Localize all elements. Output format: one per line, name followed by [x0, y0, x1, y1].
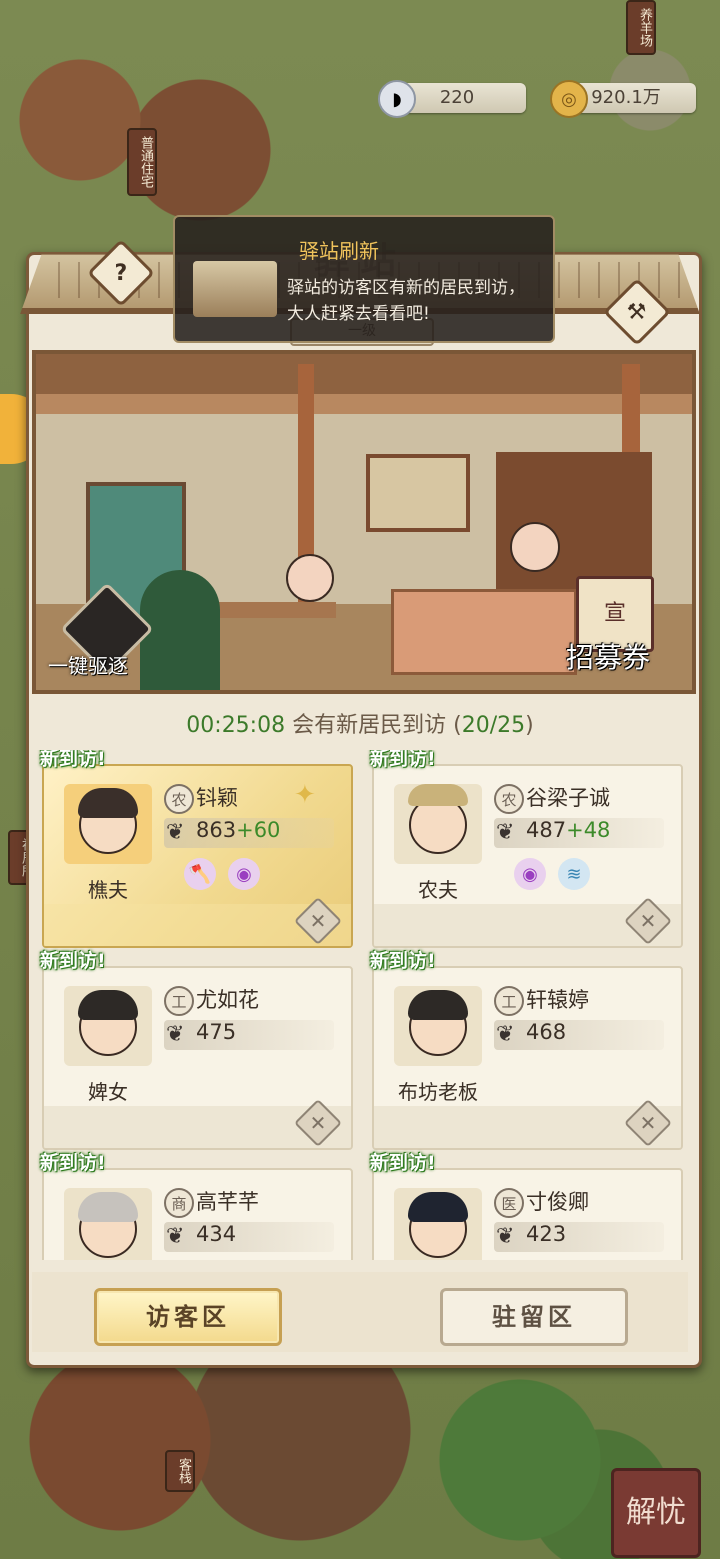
table — [216, 602, 336, 618]
visitor-card[interactable]: 新到访! 樵夫 农 钭颖 ❦ 863+60 ✦ 🪓 ◉ ✕ — [40, 750, 353, 948]
farmer-type-icon: 农 — [164, 784, 194, 814]
avatar — [394, 1188, 482, 1260]
hammer-icon: ⚒ — [627, 299, 647, 325]
axe-skill-icon[interactable]: 🪓 — [184, 858, 216, 890]
heart-icon: ❦ — [496, 820, 515, 845]
sparkle-icon: ✦ — [294, 780, 316, 810]
heart-icon: ❦ — [496, 1224, 515, 1249]
worker-type-icon: 工 — [164, 986, 194, 1016]
npc-girl — [286, 554, 334, 602]
recruit-ticket-label[interactable]: 招募券 — [566, 636, 650, 676]
visitor-card[interactable]: 新到访! 商 高芊芊 ❦ 434 — [40, 1152, 353, 1260]
visitor-score: 863+60 — [196, 818, 281, 842]
shelf — [496, 452, 652, 592]
visitor-card[interactable]: 新到访! 医 寸俊卿 ❦ 423 — [370, 1152, 683, 1260]
tab-stay-area[interactable]: 驻留区 — [440, 1288, 628, 1346]
spiral-skill-icon[interactable]: ◉ — [228, 858, 260, 890]
inn-scene: 一键驱逐 宣 招募券 — [32, 350, 696, 694]
avatar — [64, 1188, 152, 1260]
map-label-sheep-farm[interactable]: 养羊场 — [626, 0, 656, 55]
doctor-type-icon: 医 — [494, 1188, 524, 1218]
notification-message: 驿站的访客区有新的居民到访，大人赶紧去看看吧! — [287, 278, 525, 324]
new-visitor-badge: 新到访! — [40, 950, 106, 972]
tab-visitor-area[interactable]: 访客区 — [94, 1288, 282, 1346]
tab-bar: 访客区 驻留区 — [32, 1272, 688, 1352]
merchant-type-icon: 商 — [164, 1188, 194, 1218]
heart-icon: ❦ — [166, 1022, 185, 1047]
question-icon: ? — [114, 260, 128, 286]
visitor-score: 468 — [526, 1020, 567, 1044]
heart-icon: ❦ — [166, 1224, 185, 1249]
new-visitor-badge: 新到访! — [370, 950, 436, 972]
expel-all-button[interactable]: 一键驱逐 — [48, 650, 128, 679]
counter — [391, 589, 577, 675]
heart-icon: ❦ — [496, 1022, 515, 1047]
window — [366, 454, 470, 532]
new-visitor-badge: 新到访! — [370, 1152, 436, 1174]
refresh-notification[interactable]: 驿站刷新 驿站的访客区有新的居民到访，大人赶紧去看看吧! — [173, 215, 555, 343]
visitor-name: 钭颖 — [196, 786, 238, 810]
copper-coin-icon: ◎ — [550, 80, 588, 118]
countdown: 00:25:08 — [186, 713, 286, 738]
visitor-score: 475 — [196, 1020, 237, 1044]
corner-jieyou-badge[interactable]: 解忧 — [611, 1468, 701, 1558]
fish-skill-icon[interactable]: ≋ — [558, 858, 590, 890]
new-visitor-badge: 新到访! — [40, 1152, 106, 1174]
avatar — [64, 784, 152, 864]
visitor-card[interactable]: 新到访! 婢女 工 尤如花 ❦ 475 ✕ — [40, 950, 353, 1150]
ceiling-beam — [36, 354, 692, 394]
visitor-score: 487+48 — [526, 818, 611, 842]
worker-type-icon: 工 — [494, 986, 524, 1016]
close-icon: ✕ — [309, 1111, 327, 1135]
visitor-list[interactable]: 新到访! 樵夫 农 钭颖 ❦ 863+60 ✦ 🪓 ◉ ✕ 新到访! 农夫 农 … — [32, 750, 688, 1260]
visitor-job: 农夫 — [418, 878, 458, 902]
npc-green-hat — [140, 570, 220, 690]
notification-title: 驿站刷新 — [299, 239, 379, 263]
map-label-common-house[interactable]: 普通住宅 — [127, 128, 157, 196]
visitor-count: 20/25 — [461, 713, 526, 738]
npc-shopkeeper — [510, 522, 560, 572]
timer-text: 会有新居民到访 — [292, 713, 447, 738]
visitor-job: 婢女 — [88, 1080, 128, 1104]
map-label-inn[interactable]: 客栈 — [165, 1450, 195, 1492]
visitor-card[interactable]: 新到访! 农夫 农 谷梁子诚 ❦ 487+48 ◉ ≋ ✕ — [370, 750, 683, 948]
visitor-job: 樵夫 — [88, 878, 128, 902]
visitor-name: 高芊芊 — [196, 1190, 259, 1214]
heart-icon: ❦ — [166, 820, 185, 845]
visitor-card[interactable]: 新到访! 布坊老板 工 轩辕婷 ❦ 468 ✕ — [370, 950, 683, 1150]
visitor-job: 布坊老板 — [398, 1080, 478, 1104]
visitor-score: 423 — [526, 1222, 567, 1246]
spiral-skill-icon[interactable]: ◉ — [514, 858, 546, 890]
avatar — [394, 986, 482, 1066]
visitor-name: 轩辕婷 — [526, 988, 589, 1012]
visitor-name: 寸俊卿 — [526, 1190, 589, 1214]
silver-ingot-icon: ◗ — [378, 80, 416, 118]
close-icon: ✕ — [639, 909, 657, 933]
farmer-type-icon: 农 — [494, 784, 524, 814]
station-building-icon — [193, 261, 277, 317]
next-visitor-timer: 00:25:08 会有新居民到访 (20/25) — [186, 713, 534, 738]
new-visitor-badge: 新到访! — [370, 750, 436, 770]
close-icon: ✕ — [639, 1111, 657, 1135]
visitor-name: 谷梁子诚 — [526, 786, 610, 810]
avatar — [394, 784, 482, 864]
new-visitor-badge: 新到访! — [40, 750, 106, 770]
close-icon: ✕ — [309, 909, 327, 933]
visitor-name: 尤如花 — [196, 988, 259, 1012]
avatar — [64, 986, 152, 1066]
visitor-score: 434 — [196, 1222, 237, 1246]
